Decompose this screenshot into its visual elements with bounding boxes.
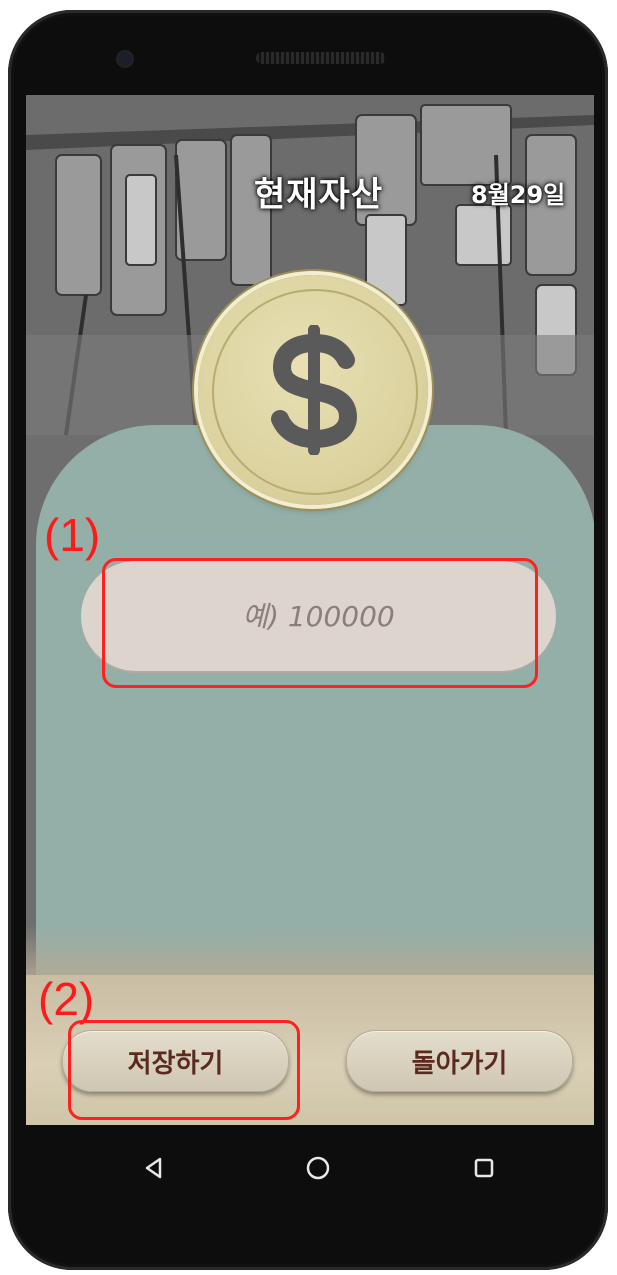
front-camera [118,52,132,66]
page-title: 현재자산 [254,175,384,215]
dollar-sign-icon [271,325,358,455]
back-button[interactable]: 돌아가기 [346,1030,573,1092]
recents-square-icon [474,1158,494,1178]
coin-emblem [198,275,428,505]
nav-back-button[interactable] [134,1148,174,1188]
nav-home-button[interactable] [298,1148,338,1188]
nav-recents-button[interactable] [464,1148,504,1188]
annotation-box-1 [102,558,538,688]
android-nav-bar [34,1128,594,1218]
annotation-box-2 [68,1020,300,1120]
date-label: 8월29일 [471,181,566,209]
annotation-label-2: (2) [38,973,95,1025]
annotation-label-1: (1) [44,509,101,561]
back-triangle-icon [145,1157,162,1179]
home-circle-icon [306,1156,330,1180]
earpiece-speaker [256,52,386,64]
